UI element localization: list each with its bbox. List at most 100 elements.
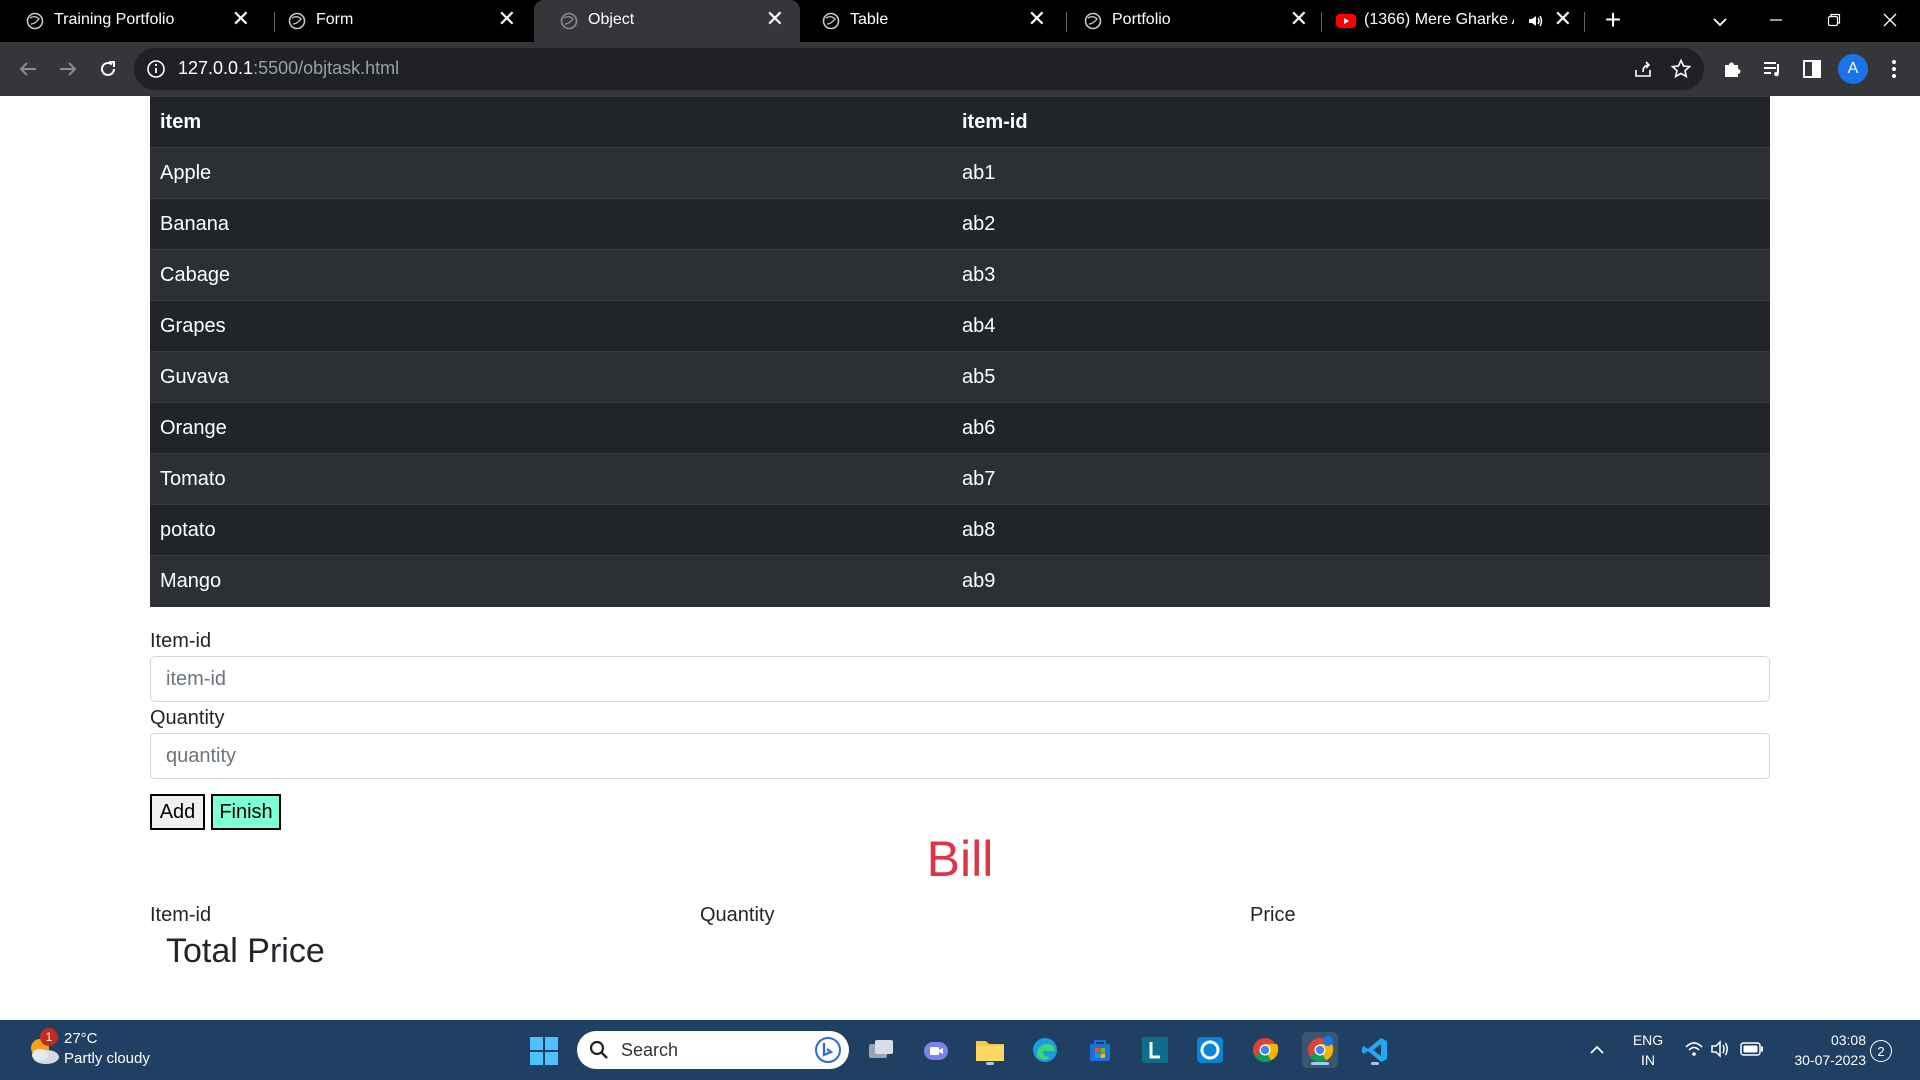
search-icon [589, 1040, 608, 1059]
windows-start-icon[interactable] [529, 1036, 559, 1066]
tab-strip: Training Portfolio ✕ Form ✕ Object ✕ Tab… [0, 0, 1920, 42]
item-id-cell: ab4 [952, 300, 1770, 352]
close-icon[interactable]: ✕ [1028, 8, 1046, 30]
tab-title: Table [850, 11, 889, 28]
item-id-cell: ab5 [952, 351, 1770, 403]
table-row: Guvava ab5 [150, 351, 1770, 403]
bing-icon[interactable] [815, 1037, 841, 1063]
chrome-app[interactable] [1247, 1032, 1283, 1068]
chevron-down-icon[interactable] [1706, 8, 1734, 36]
forward-button[interactable] [52, 53, 84, 85]
globe-icon [1084, 12, 1102, 30]
clock-date[interactable]: 30-07-2023 [1776, 1052, 1866, 1068]
globe-icon [560, 12, 578, 30]
tab-title: Portfolio [1112, 11, 1171, 28]
side-panel-button[interactable] [1796, 53, 1828, 85]
add-button[interactable]: Add [150, 794, 205, 830]
arrow-left-icon [19, 62, 36, 76]
circle-app-icon [1197, 1037, 1223, 1063]
tab-form[interactable]: Form ✕ [262, 0, 532, 42]
quantity-input[interactable] [150, 733, 1770, 779]
address-bar[interactable]: 127.0.0.1:5500/objtask.html [134, 48, 1704, 90]
tab-training-portfolio[interactable]: Training Portfolio ✕ [0, 0, 266, 42]
close-icon[interactable]: ✕ [232, 8, 250, 30]
close-icon [1883, 13, 1897, 27]
item-name-cell: Orange [150, 402, 952, 454]
edge-app[interactable] [1027, 1032, 1063, 1068]
close-icon[interactable]: ✕ [1554, 8, 1572, 30]
table-row: Apple ab1 [150, 147, 1770, 199]
weather-temperature[interactable]: 27°C [64, 1030, 98, 1047]
item-id-input[interactable] [150, 656, 1770, 702]
extensions-button[interactable] [1716, 53, 1748, 85]
table-header-row: item item-id [150, 96, 1770, 148]
chrome-icon [1308, 1036, 1334, 1063]
globe-icon [26, 12, 44, 30]
taskbar-search[interactable]: Search [577, 1031, 849, 1069]
share-icon[interactable] [1632, 58, 1654, 80]
cortana-app[interactable] [1192, 1032, 1228, 1068]
tab-object[interactable]: Object ✕ [534, 0, 800, 42]
minimize-button[interactable] [1748, 0, 1804, 40]
vscode-app[interactable] [1357, 1032, 1393, 1068]
chrome-icon [1253, 1038, 1279, 1063]
weather-description[interactable]: Partly cloudy [64, 1050, 150, 1067]
table-row: Grapes ab4 [150, 300, 1770, 352]
close-icon[interactable]: ✕ [1290, 8, 1308, 30]
item-name-cell: Guvava [150, 351, 952, 403]
reload-button[interactable] [92, 53, 124, 85]
task-view-app[interactable] [863, 1032, 899, 1068]
tab-table[interactable]: Table ✕ [796, 0, 1062, 42]
weather-badge: 1 [40, 1028, 58, 1046]
back-button[interactable] [12, 53, 44, 85]
close-icon[interactable]: ✕ [766, 8, 784, 30]
bill-col-quantity: Quantity [700, 904, 775, 926]
media-button[interactable] [1756, 53, 1788, 85]
menu-button[interactable] [1878, 53, 1910, 85]
new-tab-button[interactable]: + [1598, 6, 1628, 36]
teams-chat-app[interactable] [918, 1032, 954, 1068]
chrome-profile-app[interactable] [1302, 1032, 1338, 1068]
language-bottom[interactable]: IN [1628, 1052, 1668, 1068]
notification-badge[interactable]: 2 [1870, 1040, 1892, 1062]
item-id-cell: ab3 [952, 249, 1770, 301]
puzzle-icon [1725, 62, 1741, 77]
item-name-cell: Mango [150, 555, 952, 607]
item-id-cell: ab9 [952, 555, 1770, 607]
finish-button[interactable]: Finish [211, 794, 281, 830]
items-table: item item-id Apple ab1 Banana ab2 Cabage ab… [150, 96, 1770, 607]
item-id-cell: ab8 [952, 504, 1770, 556]
language-top[interactable]: ENG [1628, 1032, 1668, 1048]
table-header-item-id: item-id [952, 96, 1770, 148]
profile-avatar[interactable]: A [1838, 54, 1868, 84]
close-icon[interactable]: ✕ [498, 8, 516, 30]
star-icon[interactable] [1670, 58, 1692, 80]
url-path: :5500/objtask.html [253, 58, 400, 78]
reload-icon [101, 61, 115, 76]
globe-icon [288, 12, 306, 30]
table-row: Mango ab9 [150, 555, 1770, 607]
speaker-icon[interactable] [1528, 14, 1544, 28]
chevron-up-icon[interactable] [1588, 1042, 1606, 1056]
tab-portfolio[interactable]: Portfolio ✕ [1058, 0, 1324, 42]
store-app[interactable] [1082, 1032, 1118, 1068]
l-app[interactable] [1137, 1032, 1173, 1068]
restore-button[interactable] [1806, 0, 1862, 40]
file-explorer-app[interactable] [972, 1032, 1008, 1068]
page-content: item item-id Apple ab1 Banana ab2 Cabage ab… [0, 96, 1920, 1020]
item-id-cell: ab7 [952, 453, 1770, 505]
store-icon [1090, 1040, 1110, 1061]
wifi-icon[interactable] [1684, 1040, 1704, 1058]
table-row: Cabage ab3 [150, 249, 1770, 301]
url-text[interactable]: 127.0.0.1:5500/objtask.html [178, 58, 399, 79]
info-icon[interactable] [146, 59, 166, 79]
taskbar: 1 27°C Partly cloudy Search ENG IN 03:08… [0, 1020, 1920, 1080]
item-name-cell: Tomato [150, 453, 952, 505]
volume-icon[interactable] [1710, 1040, 1730, 1058]
vscode-icon [1362, 1038, 1387, 1062]
tab-youtube[interactable]: (1366) Mere Gharke Aa ✕ [1322, 0, 1588, 42]
table-row: Tomato ab7 [150, 453, 1770, 505]
close-window-button[interactable] [1862, 0, 1918, 40]
battery-icon[interactable] [1740, 1042, 1764, 1056]
clock-time[interactable]: 03:08 [1776, 1032, 1866, 1048]
